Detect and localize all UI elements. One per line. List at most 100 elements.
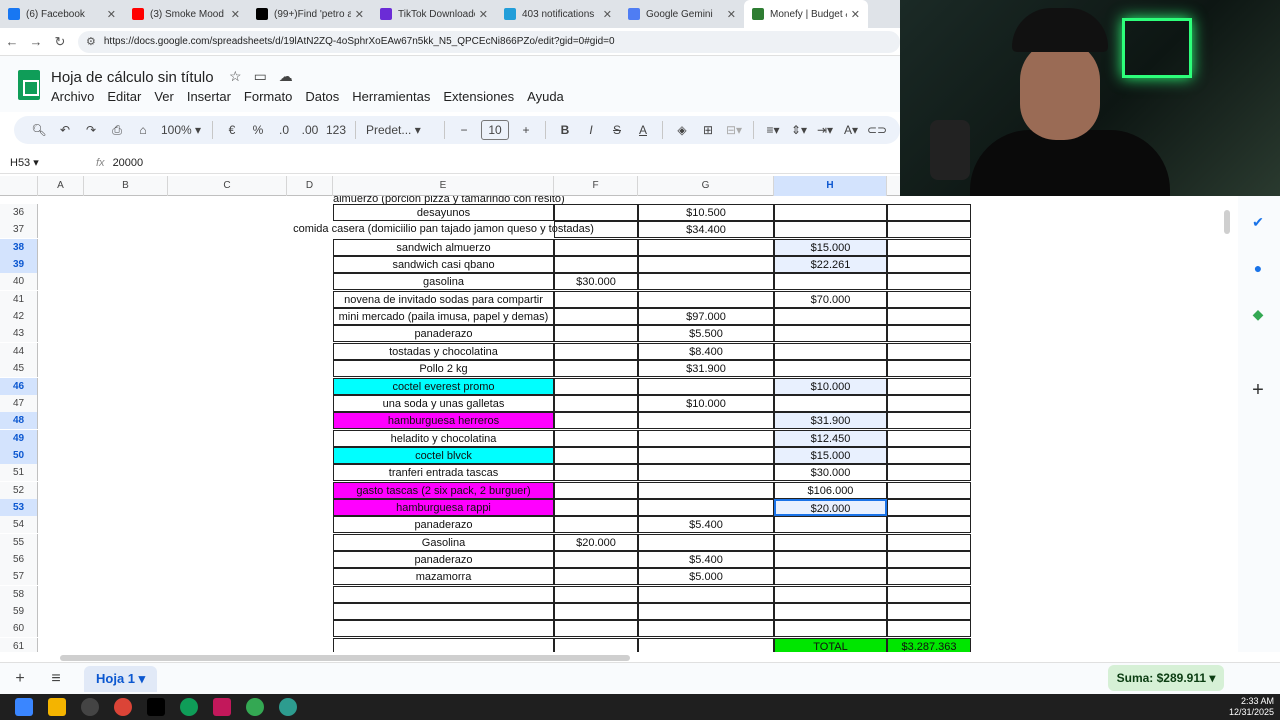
- row-header[interactable]: 40: [0, 273, 38, 291]
- column-i-cell[interactable]: [887, 290, 971, 308]
- column-h-amount-cell[interactable]: $20.000: [774, 498, 887, 516]
- column-g-amount-cell[interactable]: [638, 377, 774, 395]
- column-header[interactable]: A: [38, 176, 84, 196]
- column-g-amount-cell[interactable]: [638, 603, 774, 621]
- tab-close-icon[interactable]: ✕: [603, 8, 612, 21]
- row-header[interactable]: 45: [0, 360, 38, 378]
- column-h-amount-cell[interactable]: $106.000: [774, 481, 887, 499]
- column-f-amount-cell[interactable]: [554, 516, 638, 534]
- row-header[interactable]: 53: [0, 498, 38, 516]
- column-g-amount-cell[interactable]: $5.400: [638, 516, 774, 534]
- column-g-amount-cell[interactable]: $97.000: [638, 308, 774, 326]
- tab-close-icon[interactable]: ✕: [355, 8, 364, 21]
- column-h-amount-cell[interactable]: $31.900: [774, 412, 887, 430]
- column-header[interactable]: F: [554, 176, 638, 196]
- column-g-amount-cell[interactable]: [638, 412, 774, 430]
- item-description-cell[interactable]: gasto tascas (2 six pack, 2 burguer): [333, 481, 554, 499]
- text-color-icon[interactable]: A: [630, 123, 656, 137]
- column-h-amount-cell[interactable]: $12.450: [774, 429, 887, 447]
- column-h-amount-cell[interactable]: [774, 516, 887, 534]
- row-header[interactable]: 48: [0, 412, 38, 430]
- column-header[interactable]: H: [774, 176, 887, 196]
- column-f-amount-cell[interactable]: [554, 342, 638, 360]
- column-g-amount-cell[interactable]: [638, 429, 774, 447]
- row-header[interactable]: 54: [0, 516, 38, 534]
- column-i-cell[interactable]: [887, 551, 971, 568]
- item-description-cell[interactable]: [333, 585, 554, 603]
- item-description-cell[interactable]: novena de invitado sodas para compartir: [333, 290, 554, 308]
- italic-icon[interactable]: I: [578, 123, 604, 137]
- column-i-cell[interactable]: [887, 325, 971, 343]
- chrome-icon[interactable]: [114, 698, 132, 716]
- horizontal-align-icon[interactable]: ≡▾: [760, 123, 786, 137]
- column-g-amount-cell[interactable]: [638, 498, 774, 516]
- column-g-amount-cell[interactable]: $8.400: [638, 342, 774, 360]
- menu-item[interactable]: Ver: [154, 89, 174, 104]
- column-f-amount-cell[interactable]: [554, 585, 638, 603]
- vertical-align-icon[interactable]: ⇕▾: [786, 123, 812, 137]
- menu-item[interactable]: Datos: [305, 89, 339, 104]
- reload-icon[interactable]: ↻: [48, 34, 72, 50]
- name-box[interactable]: H53 ▾: [0, 156, 82, 169]
- menu-item[interactable]: Formato: [244, 89, 292, 104]
- item-description-cell[interactable]: [333, 620, 554, 638]
- column-i-cell[interactable]: [887, 221, 971, 239]
- menu-item[interactable]: Insertar: [187, 89, 231, 104]
- column-f-amount-cell[interactable]: [554, 377, 638, 395]
- url-field[interactable]: ⚙ https://docs.google.com/spreadsheets/d…: [78, 30, 900, 53]
- column-g-amount-cell[interactable]: $10.000: [638, 394, 774, 412]
- all-sheets-icon[interactable]: ≡: [40, 670, 72, 688]
- select-all-corner[interactable]: [0, 176, 38, 196]
- column-i-cell[interactable]: [887, 603, 971, 621]
- capcut-icon[interactable]: [279, 698, 297, 716]
- more-formats-button[interactable]: 123: [323, 123, 349, 137]
- browser-tab[interactable]: (6) Facebook ✕: [0, 0, 124, 28]
- column-f-amount-cell[interactable]: [554, 360, 638, 378]
- browser-tab[interactable]: 403 notifications ✕: [496, 0, 620, 28]
- item-description-cell[interactable]: panaderazo: [333, 516, 554, 534]
- column-g-amount-cell[interactable]: $10.500: [638, 204, 774, 221]
- column-g-amount-cell[interactable]: [638, 481, 774, 499]
- column-g-amount-cell[interactable]: [638, 533, 774, 551]
- row-header[interactable]: 38: [0, 238, 38, 256]
- column-header[interactable]: D: [287, 176, 333, 196]
- strikethrough-icon[interactable]: S: [604, 123, 630, 137]
- column-i-cell[interactable]: [887, 464, 971, 482]
- row-header[interactable]: 47: [0, 394, 38, 412]
- row-header[interactable]: 43: [0, 325, 38, 343]
- insert-link-icon[interactable]: ⊂⊃: [864, 123, 890, 137]
- item-description-cell[interactable]: coctel everest promo: [333, 377, 554, 395]
- column-f-amount-cell[interactable]: [554, 551, 638, 568]
- column-g-amount-cell[interactable]: [638, 290, 774, 308]
- column-header[interactable]: B: [84, 176, 168, 196]
- menu-item[interactable]: Archivo: [51, 89, 94, 104]
- row-header[interactable]: 37: [0, 221, 38, 239]
- cloud-status-icon[interactable]: ☁: [279, 68, 293, 85]
- move-folder-icon[interactable]: ▭: [254, 68, 267, 85]
- tab-close-icon[interactable]: ✕: [727, 8, 736, 21]
- horizontal-scrollbar[interactable]: [60, 655, 630, 661]
- column-f-amount-cell[interactable]: [554, 308, 638, 326]
- browser-tab[interactable]: (3) Smoke Mood ✕: [124, 0, 248, 28]
- item-description-cell[interactable]: mazamorra: [333, 568, 554, 586]
- column-i-cell[interactable]: [887, 273, 971, 291]
- search-menus-icon[interactable]: 🔍︎: [26, 123, 52, 137]
- column-i-cell[interactable]: [887, 429, 971, 447]
- sum-summary[interactable]: Suma: $289.911 ▾: [1108, 665, 1224, 691]
- percent-format-button[interactable]: %: [245, 123, 271, 137]
- currency-format-button[interactable]: €: [219, 123, 245, 137]
- column-f-amount-cell[interactable]: [554, 481, 638, 499]
- item-description-cell[interactable]: panaderazo: [333, 325, 554, 343]
- column-g-amount-cell[interactable]: [638, 256, 774, 274]
- column-h-amount-cell[interactable]: [774, 551, 887, 568]
- chrome-alt-icon[interactable]: [246, 698, 264, 716]
- fill-color-icon[interactable]: ◈: [669, 123, 695, 137]
- row-header[interactable]: 44: [0, 342, 38, 360]
- add-sheet-icon[interactable]: +: [4, 670, 36, 688]
- undo-icon[interactable]: ↶: [52, 123, 78, 137]
- column-f-amount-cell[interactable]: [554, 620, 638, 638]
- column-f-amount-cell[interactable]: [554, 394, 638, 412]
- column-h-amount-cell[interactable]: [774, 394, 887, 412]
- column-f-amount-cell[interactable]: [554, 637, 638, 652]
- column-i-cell[interactable]: [887, 620, 971, 638]
